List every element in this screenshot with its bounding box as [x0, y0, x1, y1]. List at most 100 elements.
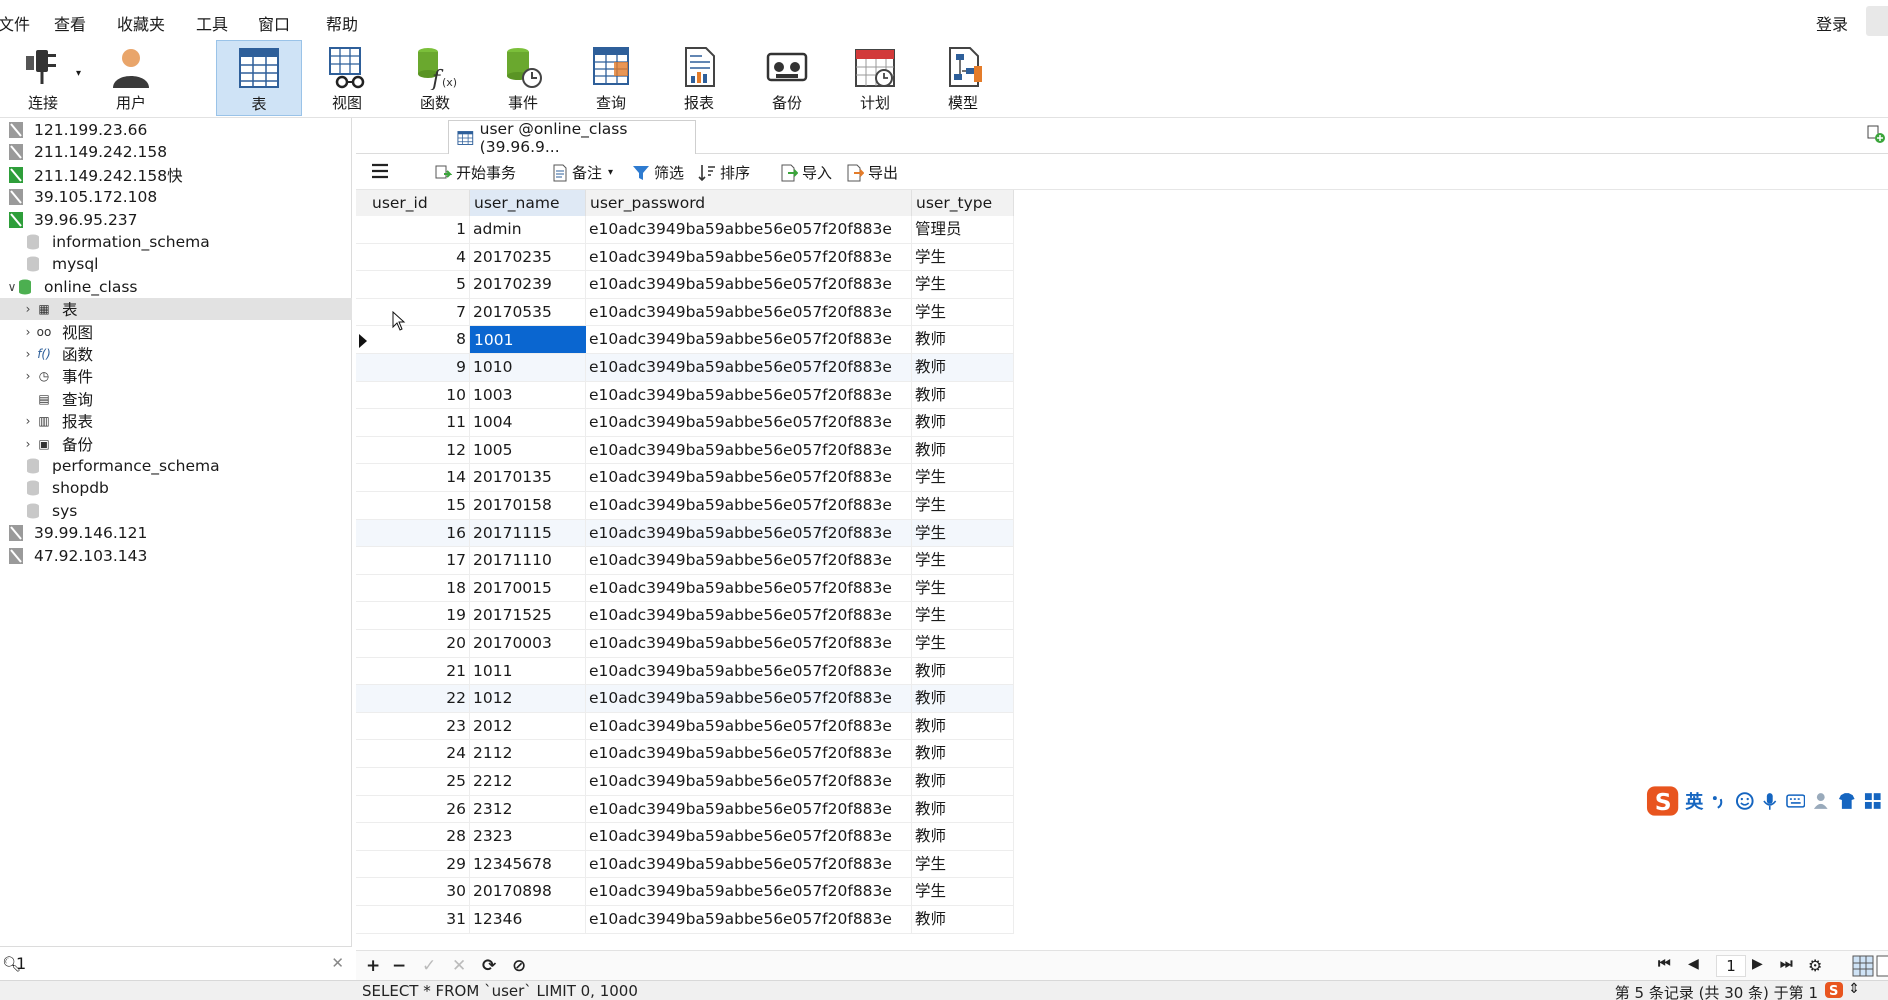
cell-user-password[interactable]: e10adc3949ba59abbe56e057f20f883e: [586, 657, 912, 685]
cell-user-name[interactable]: 2112: [470, 740, 586, 768]
cell-user-id[interactable]: 31: [368, 906, 470, 933]
cell-user-type[interactable]: 教师: [912, 823, 1014, 851]
table-row[interactable]: 9 1010 e10adc3949ba59abbe56e057f20f883e 教师: [356, 354, 1014, 382]
cell-user-id[interactable]: 1: [368, 216, 470, 243]
table-button[interactable]: 表: [216, 40, 302, 116]
cell-user-password[interactable]: e10adc3949ba59abbe56e057f20f883e: [586, 436, 912, 464]
view-button[interactable]: 视图: [304, 40, 390, 116]
cell-user-password[interactable]: e10adc3949ba59abbe56e057f20f883e: [586, 243, 912, 271]
column-header-user-password[interactable]: user_password: [586, 190, 912, 216]
column-header-user-type[interactable]: user_type: [912, 190, 1014, 216]
clear-search-icon[interactable]: ✕: [331, 954, 344, 972]
cell-user-name[interactable]: 20170235: [470, 243, 586, 271]
table-row[interactable]: 20 20170003 e10adc3949ba59abbe56e057f20f88…: [356, 630, 1014, 658]
ime-language[interactable]: 英: [1685, 788, 1703, 814]
microphone-icon[interactable]: [1760, 791, 1780, 811]
table-row[interactable]: 12 1005 e10adc3949ba59abbe56e057f20f883e 教师: [356, 436, 1014, 465]
cell-user-id[interactable]: 17: [368, 547, 470, 575]
cell-user-name[interactable]: 1005: [470, 436, 586, 464]
cell-user-type[interactable]: 学生: [912, 271, 1014, 299]
note-dropdown-icon[interactable]: ▾: [608, 167, 613, 178]
object-group-item[interactable]: › oo 视图: [0, 321, 352, 343]
connection-item[interactable]: 121.199.23.66: [0, 119, 352, 141]
punctuation-icon[interactable]: [1709, 791, 1729, 811]
cell-user-id[interactable]: 26: [368, 795, 470, 823]
cell-user-password[interactable]: e10adc3949ba59abbe56e057f20f883e: [586, 381, 912, 409]
first-page-icon[interactable]: ⏮: [1658, 956, 1671, 972]
cell-user-type[interactable]: 学生: [912, 574, 1014, 602]
cell-user-password[interactable]: e10adc3949ba59abbe56e057f20f883e: [586, 768, 912, 795]
next-page-icon[interactable]: ▶: [1752, 956, 1763, 972]
cell-user-type[interactable]: 管理员: [912, 216, 1014, 243]
cell-user-name[interactable]: 12345678: [470, 850, 586, 878]
database-item[interactable]: information_schema: [0, 231, 352, 253]
table-row[interactable]: 16 20171115 e10adc3949ba59abbe56e057f20f88…: [356, 519, 1014, 548]
sogou-logo-icon[interactable]: S: [1646, 785, 1679, 817]
cell-user-password[interactable]: e10adc3949ba59abbe56e057f20f883e: [586, 298, 912, 326]
cell-user-type[interactable]: 学生: [912, 519, 1014, 547]
cell-user-type[interactable]: 教师: [912, 326, 1014, 354]
cell-user-id[interactable]: 24: [368, 740, 470, 768]
database-item[interactable]: shopdb: [0, 477, 352, 499]
column-header-user-id[interactable]: user_id: [368, 190, 470, 216]
table-row[interactable]: 26 2312 e10adc3949ba59abbe56e057f20f883e 教师: [356, 795, 1014, 824]
account-icon[interactable]: [1866, 6, 1888, 36]
cell-user-type[interactable]: 教师: [912, 768, 1014, 795]
cell-user-id[interactable]: 16: [368, 519, 470, 547]
cell-user-password[interactable]: e10adc3949ba59abbe56e057f20f883e: [586, 906, 912, 933]
discard-changes-button[interactable]: ✕: [452, 956, 466, 976]
user-button[interactable]: 用户: [88, 40, 174, 116]
table-row[interactable]: 11 1004 e10adc3949ba59abbe56e057f20f883e 教师: [356, 409, 1014, 437]
cell-user-name[interactable]: 2323: [470, 823, 586, 851]
login-link[interactable]: 登录: [1816, 11, 1848, 35]
cell-user-id[interactable]: 25: [368, 768, 470, 795]
note-button[interactable]: 备注 ▾: [552, 162, 613, 183]
table-row[interactable]: 10 1003 e10adc3949ba59abbe56e057f20f883e 教师: [356, 381, 1014, 410]
cell-user-password[interactable]: e10adc3949ba59abbe56e057f20f883e: [586, 685, 912, 713]
table-row[interactable]: 24 2112 e10adc3949ba59abbe56e057f20f883e 教师: [356, 740, 1014, 768]
add-record-button[interactable]: +: [366, 956, 380, 976]
cell-user-type[interactable]: 学生: [912, 243, 1014, 271]
skin-icon[interactable]: [1837, 791, 1857, 811]
table-row[interactable]: 8 1001 e10adc3949ba59abbe56e057f20f883e 教师: [356, 326, 1014, 354]
cell-user-name[interactable]: 1001: [470, 326, 586, 354]
database-item-online-class[interactable]: ∨ online_class: [0, 276, 352, 298]
menu-help[interactable]: 帮助: [326, 11, 358, 35]
table-row[interactable]: 7 20170535 e10adc3949ba59abbe56e057f20f883…: [356, 298, 1014, 327]
table-row[interactable]: 28 2323 e10adc3949ba59abbe56e057f20f883e 教师: [356, 823, 1014, 851]
cell-user-password[interactable]: e10adc3949ba59abbe56e057f20f883e: [586, 795, 912, 823]
cell-user-id[interactable]: 28: [368, 823, 470, 851]
cell-user-name[interactable]: 2012: [470, 712, 586, 740]
cell-user-id[interactable]: 4: [368, 243, 470, 271]
cell-user-type[interactable]: 教师: [912, 795, 1014, 823]
cell-user-id[interactable]: 12: [368, 436, 470, 464]
model-button[interactable]: 模型: [920, 40, 1006, 116]
cell-user-password[interactable]: e10adc3949ba59abbe56e057f20f883e: [586, 216, 912, 243]
expand-chevron-icon[interactable]: ›: [22, 369, 34, 383]
collapse-chevron-icon[interactable]: ∨: [6, 280, 18, 294]
tab-user-table[interactable]: user @online_class (39.96.9...: [448, 120, 696, 156]
cell-user-type[interactable]: 教师: [912, 409, 1014, 437]
expand-chevron-icon[interactable]: ›: [22, 437, 34, 451]
settings-gear-icon[interactable]: ⚙: [1808, 956, 1822, 975]
cell-user-id[interactable]: 30: [368, 878, 470, 906]
cell-user-name[interactable]: 20170898: [470, 878, 586, 906]
cell-user-password[interactable]: e10adc3949ba59abbe56e057f20f883e: [586, 519, 912, 547]
cell-user-id[interactable]: 7: [368, 298, 470, 326]
cell-user-name[interactable]: 1012: [470, 685, 586, 713]
menu-icon[interactable]: [370, 162, 394, 180]
connection-item[interactable]: 39.105.172.108: [0, 186, 352, 208]
cell-user-id[interactable]: 23: [368, 712, 470, 740]
cell-user-id[interactable]: 8: [368, 326, 470, 354]
cell-user-type[interactable]: 教师: [912, 381, 1014, 409]
connect-dropdown-icon[interactable]: ▾: [76, 68, 81, 79]
table-row[interactable]: 1 admin e10adc3949ba59abbe56e057f20f883e 管理…: [356, 216, 1014, 244]
column-header-user-name[interactable]: user_name: [470, 190, 586, 216]
cell-user-type[interactable]: 教师: [912, 657, 1014, 685]
table-row[interactable]: 30 20170898 e10adc3949ba59abbe56e057f20f88…: [356, 878, 1014, 906]
object-group-item[interactable]: › ◷ 事件: [0, 365, 352, 387]
cell-user-id[interactable]: 22: [368, 685, 470, 713]
cell-user-type[interactable]: 学生: [912, 630, 1014, 657]
cell-user-type[interactable]: 学生: [912, 602, 1014, 630]
cell-user-id[interactable]: 20: [368, 630, 470, 657]
